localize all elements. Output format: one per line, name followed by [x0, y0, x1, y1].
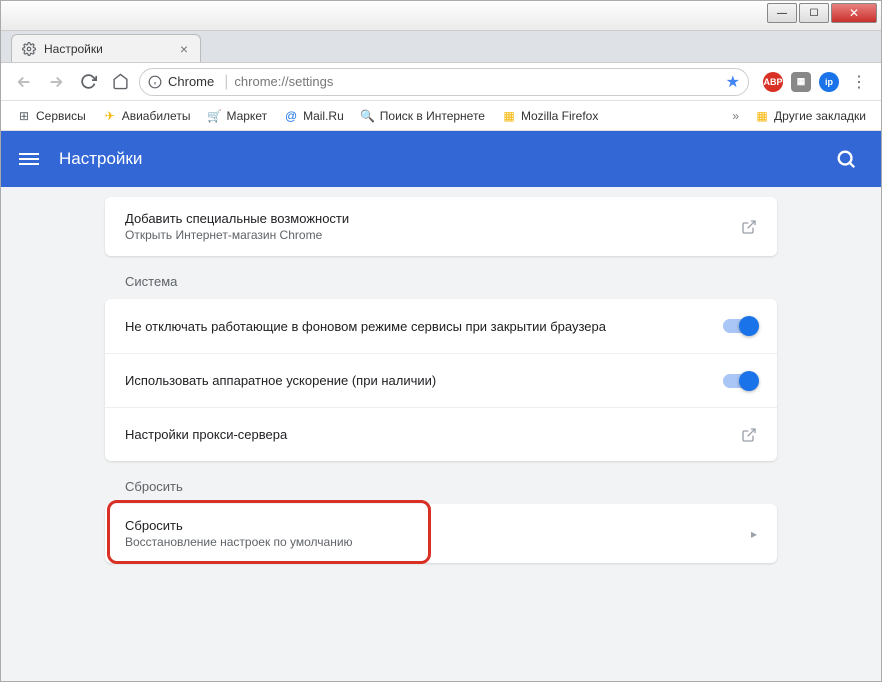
bookmarks-bar: ⊞Сервисы ✈Авиабилеты 🛒Маркет @Mail.Ru 🔍П… [1, 101, 881, 131]
extension-icon-ip[interactable]: ip [819, 72, 839, 92]
apps-icon: ⊞ [16, 108, 32, 124]
bookmark-item[interactable]: @Mail.Ru [278, 105, 349, 127]
cart-icon: 🛒 [206, 108, 222, 124]
bookmark-star-icon[interactable]: ★ [726, 72, 740, 92]
open-accessibility-store-row[interactable]: Добавить специальные возможности Открыть… [105, 197, 777, 256]
url-input[interactable] [234, 74, 725, 89]
reload-button[interactable] [75, 69, 101, 95]
bookmark-item[interactable]: ✈Авиабилеты [97, 105, 196, 127]
page-title: Настройки [59, 149, 142, 169]
extension-icons: ABP ▦ ip ⋮ [763, 68, 871, 96]
settings-content[interactable]: Добавить специальные возможности Открыть… [1, 187, 881, 681]
folder-icon: ▦ [754, 108, 770, 124]
address-bar[interactable]: Chrome | ★ [139, 68, 749, 96]
back-button[interactable] [11, 69, 37, 95]
browser-menu-button[interactable]: ⋮ [847, 68, 871, 96]
bookmark-item[interactable]: 🛒Маркет [201, 105, 272, 127]
bookmark-item[interactable]: ⊞Сервисы [11, 105, 91, 127]
toolbar: Chrome | ★ ABP ▦ ip ⋮ [1, 63, 881, 101]
bookmark-item[interactable]: ▦Mozilla Firefox [496, 105, 603, 127]
accessibility-card: Добавить специальные возможности Открыть… [105, 197, 777, 256]
window-titlebar: — ☐ ✕ [1, 1, 881, 31]
url-origin: Chrome [168, 74, 214, 89]
window-minimize-button[interactable]: — [767, 3, 797, 23]
other-bookmarks-button[interactable]: ▦Другие закладки [749, 105, 871, 127]
menu-button[interactable] [19, 150, 39, 168]
toggle-switch[interactable] [723, 374, 757, 388]
browser-window: — ☐ ✕ Настройки × Chrome [0, 0, 882, 682]
home-button[interactable] [107, 69, 133, 95]
bookmarks-overflow-button[interactable]: » [728, 109, 743, 123]
tab-close-button[interactable]: × [178, 41, 190, 57]
system-card: Не отключать работающие в фоновом режиме… [105, 299, 777, 461]
settings-header: Настройки [1, 131, 881, 187]
site-identity-icon [148, 75, 162, 89]
window-maximize-button[interactable]: ☐ [799, 3, 829, 23]
reset-settings-row[interactable]: Сбросить Восстановление настроек по умол… [105, 504, 777, 563]
tab-settings[interactable]: Настройки × [11, 34, 201, 62]
tab-title: Настройки [44, 42, 178, 56]
window-close-button[interactable]: ✕ [831, 3, 877, 23]
tab-bar: Настройки × [1, 31, 881, 63]
section-heading-reset: Сбросить [105, 461, 777, 504]
section-heading-system: Система [105, 256, 777, 299]
background-services-toggle-row[interactable]: Не отключать работающие в фоновом режиме… [105, 299, 777, 353]
forward-button[interactable] [43, 69, 69, 95]
reset-card: Сбросить Восстановление настроек по умол… [105, 504, 777, 563]
folder-icon: ▦ [501, 108, 517, 124]
gear-icon [22, 42, 36, 56]
search-icon: 🔍 [360, 108, 376, 124]
hardware-acceleration-toggle-row[interactable]: Использовать аппаратное ускорение (при н… [105, 353, 777, 407]
proxy-settings-row[interactable]: Настройки прокси-сервера [105, 407, 777, 461]
bookmark-item[interactable]: 🔍Поиск в Интернете [355, 105, 490, 127]
toggle-switch[interactable] [723, 319, 757, 333]
mail-icon: @ [283, 108, 299, 124]
adblock-extension-icon[interactable]: ABP [763, 72, 783, 92]
search-button[interactable] [835, 148, 857, 170]
extension-icon[interactable]: ▦ [791, 72, 811, 92]
external-link-icon [741, 219, 757, 235]
external-link-icon [741, 427, 757, 443]
chevron-right-icon: ▸ [751, 527, 757, 541]
plane-icon: ✈ [102, 108, 118, 124]
